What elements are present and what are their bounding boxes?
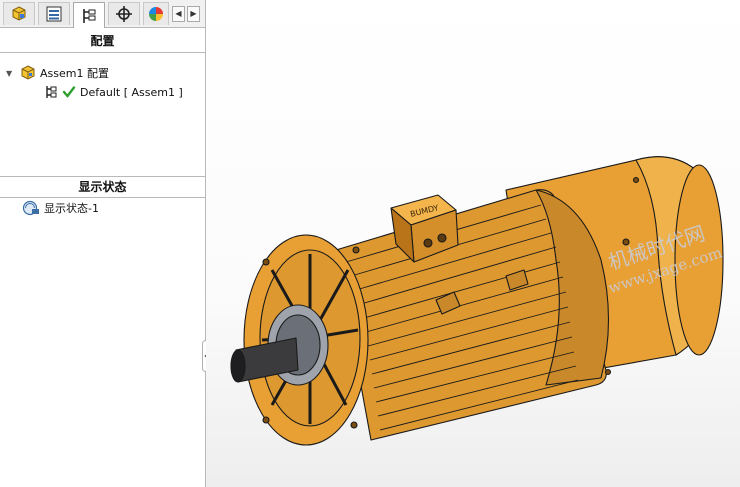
config-default-item[interactable]: Default [ Assem1 ] xyxy=(44,85,183,99)
configuration-section-title: 配置 xyxy=(0,30,205,53)
checkmark-icon xyxy=(62,86,76,98)
display-state-item[interactable]: 显示状态-1 xyxy=(22,200,99,216)
config-default-label: Default [ Assem1 ] xyxy=(80,85,183,99)
tab-scroll-right-button[interactable]: ▶ xyxy=(187,6,200,22)
tab-configuration-manager[interactable] xyxy=(73,2,105,28)
manager-tab-bar: ◀ ▶ xyxy=(0,0,205,28)
tab-dimxpert-manager[interactable] xyxy=(108,2,140,25)
configuration-tree-icon xyxy=(46,86,57,98)
collapse-arrow-icon[interactable]: ▼ xyxy=(6,69,16,78)
assembly-icon xyxy=(21,65,35,80)
config-root-label: Assem1 配置 xyxy=(40,67,109,80)
tab-scroll-left-button[interactable]: ◀ xyxy=(172,6,185,22)
display-state-label: 显示状态-1 xyxy=(44,202,99,215)
tab-feature-manager[interactable] xyxy=(3,2,35,25)
property-list-icon xyxy=(46,6,62,22)
configuration-icon xyxy=(83,8,96,23)
graphics-viewport[interactable]: BUMDY 机械时代网 www.jxage.com xyxy=(206,0,740,487)
tab-display-manager[interactable] xyxy=(143,2,169,25)
crosshair-target-icon xyxy=(116,6,132,22)
display-state-icon xyxy=(22,200,39,216)
tab-property-manager[interactable] xyxy=(38,2,70,25)
display-state-section-title: 显示状态 xyxy=(0,176,205,198)
configuration-manager-panel: ◀ ▶ 配置 ▼ Assem1 配置 Default [ Assem1 ] 显示… xyxy=(0,0,206,487)
config-root-item[interactable]: ▼ Assem1 配置 xyxy=(6,65,109,81)
assembly-cube-icon xyxy=(12,6,26,21)
color-wheel-icon xyxy=(149,7,163,21)
